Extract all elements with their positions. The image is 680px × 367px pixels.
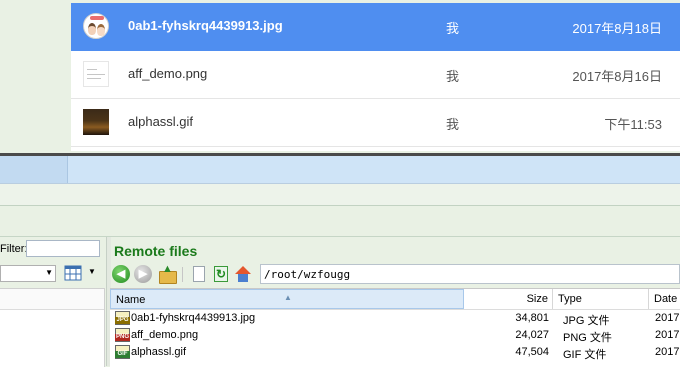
column-name-label: Name: [116, 294, 146, 306]
remote-file-size: 47,504: [515, 346, 549, 358]
remote-toolbar: ◀ ▶ ▲ ↻: [110, 263, 260, 285]
table-row[interactable]: GIF alphassl.gif 47,504 GIF 文件 2017: [110, 344, 680, 361]
sort-ascending-icon: ▲: [284, 293, 292, 302]
toolbar-separator: [182, 267, 183, 282]
remote-files-title: Remote files: [114, 243, 198, 259]
chevron-down-icon: ▼: [45, 268, 53, 277]
status-area: [0, 206, 680, 237]
file-icon-tag: PNG: [115, 334, 130, 341]
local-column-header: [0, 289, 104, 310]
message-log-area: [0, 184, 680, 206]
remote-file-type: GIF 文件: [563, 349, 607, 361]
drive-file-list: 0ab1-fyhskrq4439913.jpg 我 2017年8月18日 aff…: [71, 3, 680, 151]
remote-file-date: 2017: [655, 329, 680, 341]
filter-input[interactable]: [26, 240, 100, 257]
file-icon-tag: JPG: [115, 317, 130, 324]
column-type[interactable]: Type: [553, 289, 649, 309]
remote-file-list: ▲ Name Size Type Date JPG 0ab1-fyhskrq44…: [110, 288, 680, 367]
document-thumb: [83, 61, 109, 87]
remote-file-type: JPG 文件: [563, 315, 610, 327]
drive-file-owner: 我: [446, 117, 460, 132]
remote-file-type: PNG 文件: [563, 332, 612, 344]
drive-file-modified: 2017年8月16日: [572, 69, 662, 84]
local-file-list[interactable]: [0, 288, 105, 367]
jpg-file-icon: JPG: [115, 311, 130, 325]
remote-path-input[interactable]: /root/wzfougg: [260, 264, 680, 284]
filter-label: Filter:: [0, 243, 28, 255]
new-file-icon[interactable]: [190, 265, 208, 283]
drive-file-modified: 2017年8月18日: [572, 21, 662, 36]
png-file-icon: PNG: [115, 328, 130, 342]
drive-file-row[interactable]: 0ab1-fyhskrq4439913.jpg 我 2017年8月18日: [71, 3, 680, 51]
tab-active[interactable]: [68, 156, 680, 183]
drive-file-name: aff_demo.png: [128, 66, 208, 81]
drive-file-modified: 下午11:53: [604, 117, 662, 132]
view-mode-button[interactable]: [62, 264, 84, 283]
grid-view-icon: [64, 265, 82, 281]
table-row[interactable]: PNG aff_demo.png 24,027 PNG 文件 2017: [110, 327, 680, 344]
column-header: ▲ Name Size Type Date: [110, 289, 680, 310]
refresh-icon[interactable]: ↻: [212, 265, 230, 283]
tab-inactive[interactable]: [0, 156, 68, 183]
remote-file-name: aff_demo.png: [131, 329, 199, 341]
drive-pane: 0ab1-fyhskrq4439913.jpg 我 2017年8月18日 aff…: [0, 0, 680, 153]
parent-folder-icon[interactable]: ▲: [158, 263, 177, 284]
remote-file-date: 2017: [655, 346, 680, 358]
drive-file-name: alphassl.gif: [128, 114, 194, 129]
dark-image-thumb: [83, 109, 109, 135]
file-icon-tag: GIF: [115, 351, 130, 358]
home-icon[interactable]: [234, 265, 252, 283]
avatar-thumb: [83, 13, 109, 39]
drive-file-owner: 我: [446, 21, 460, 36]
remote-file-date: 2017: [655, 312, 680, 324]
drive-file-row[interactable]: alphassl.gif 我 下午11:53: [71, 99, 680, 147]
chevron-down-icon[interactable]: ▼: [88, 267, 96, 276]
column-size[interactable]: Size: [464, 289, 553, 309]
forward-icon[interactable]: ▶: [134, 265, 152, 283]
column-name[interactable]: ▲ Name: [110, 289, 464, 309]
remote-file-size: 34,801: [515, 312, 549, 324]
local-path-combo[interactable]: ▼: [0, 265, 56, 282]
gif-file-icon: GIF: [115, 345, 130, 359]
back-icon[interactable]: ◀: [112, 265, 130, 283]
column-date[interactable]: Date: [649, 289, 680, 309]
drive-file-name: 0ab1-fyhskrq4439913.jpg: [128, 18, 283, 33]
local-pane: Filter: ▼ ▼: [0, 237, 106, 367]
drive-file-owner: 我: [446, 69, 460, 84]
remote-file-name: alphassl.gif: [131, 346, 187, 358]
drive-file-row[interactable]: aff_demo.png 我 2017年8月16日: [71, 51, 680, 99]
table-row[interactable]: JPG 0ab1-fyhskrq4439913.jpg 34,801 JPG 文…: [110, 310, 680, 327]
remote-file-size: 24,027: [515, 329, 549, 341]
remote-pane: Remote files ◀ ▶ ▲ ↻ /root/wzfougg ▲ Nam…: [110, 237, 680, 367]
remote-file-name: 0ab1-fyhskrq4439913.jpg: [131, 312, 256, 324]
tab-bar: [0, 156, 680, 184]
